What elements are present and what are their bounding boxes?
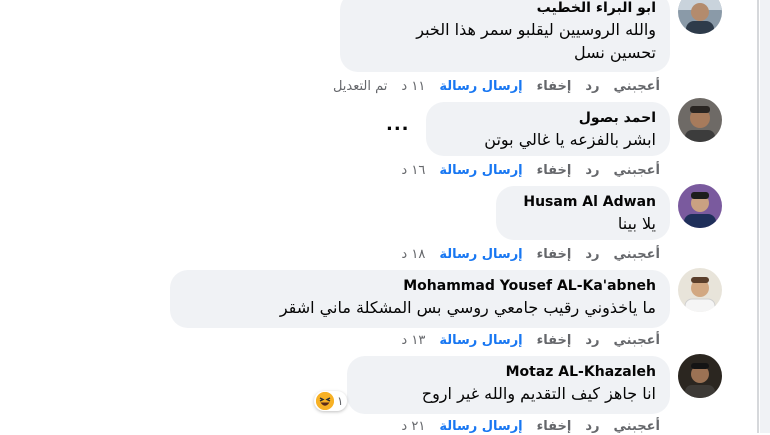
like-button[interactable]: أعجبني bbox=[614, 79, 660, 94]
comment-text-line: والله الروسيين ليقلبو سمر هذا الخبر bbox=[416, 20, 656, 39]
comment-timestamp[interactable]: ٢١ د bbox=[401, 419, 425, 434]
comment-author[interactable]: ابو البراء الخطيب bbox=[354, 0, 656, 18]
comment-bubble: Husam Al Adwan يلا بينا bbox=[496, 186, 670, 240]
comment-actions: أعجبني رد إخفاء إرسال رسالة ١٦ د bbox=[401, 161, 660, 179]
avatar[interactable] bbox=[678, 268, 722, 312]
reply-button[interactable]: رد bbox=[585, 163, 599, 178]
hide-button[interactable]: إخفاء bbox=[537, 333, 572, 348]
comment-text-line: تحسين نسل bbox=[574, 43, 656, 62]
haha-emoji-icon bbox=[316, 392, 334, 410]
avatar[interactable] bbox=[678, 184, 722, 228]
comment-timestamp[interactable]: ١٦ د bbox=[401, 163, 425, 178]
comment-author[interactable]: Motaz AL-Khazaleh bbox=[361, 362, 656, 382]
comment-author[interactable]: Mohammad Yousef AL-Ka'abneh bbox=[184, 276, 656, 296]
comment-timestamp[interactable]: ١١ د bbox=[401, 79, 425, 94]
comment-text-line: يلا بينا bbox=[617, 214, 656, 233]
send-message-button[interactable]: إرسال رسالة bbox=[439, 333, 522, 348]
comment-text-line: انا جاهز كيف التقديم والله غير اروح bbox=[421, 384, 656, 403]
comment-timestamp[interactable]: ١٣ د bbox=[401, 333, 425, 348]
reply-button[interactable]: رد bbox=[585, 79, 599, 94]
comment-actions: أعجبني رد إخفاء إرسال رسالة ١٨ د bbox=[401, 245, 660, 263]
reply-button[interactable]: رد bbox=[585, 333, 599, 348]
comment-text-line: ما ياخذوني رقيب جامعي روسي بس المشكلة ما… bbox=[279, 298, 656, 317]
comment-actions: أعجبني رد إخفاء إرسال رسالة ١٣ د bbox=[401, 331, 660, 349]
reply-button[interactable]: رد bbox=[585, 247, 599, 262]
avatar[interactable] bbox=[678, 98, 722, 142]
comment-bubble: Mohammad Yousef AL-Ka'abneh ما ياخذوني ر… bbox=[170, 270, 670, 328]
like-button[interactable]: أعجبني bbox=[614, 163, 660, 178]
avatar[interactable] bbox=[678, 0, 722, 34]
comment-bubble: ابو البراء الخطيب والله الروسيين ليقلبو … bbox=[340, 0, 670, 72]
avatar[interactable] bbox=[678, 354, 722, 398]
comment-timestamp[interactable]: ١٨ د bbox=[401, 247, 425, 262]
panel-divider bbox=[757, 0, 759, 433]
like-button[interactable]: أعجبني bbox=[614, 247, 660, 262]
comment-author[interactable]: Husam Al Adwan bbox=[510, 192, 656, 212]
more-options-icon[interactable]: ... bbox=[386, 114, 410, 135]
like-button[interactable]: أعجبني bbox=[614, 333, 660, 348]
reaction-count[interactable]: ١ bbox=[314, 391, 348, 411]
send-message-button[interactable]: إرسال رسالة bbox=[439, 163, 522, 178]
send-message-button[interactable]: إرسال رسالة bbox=[439, 419, 522, 434]
hide-button[interactable]: إخفاء bbox=[537, 419, 572, 434]
comment-bubble: احمد بصول ابشر بالفزعه يا غالي بوتن bbox=[426, 102, 670, 156]
hide-button[interactable]: إخفاء bbox=[537, 163, 572, 178]
comment-actions: أعجبني رد إخفاء إرسال رسالة ١١ د تم التع… bbox=[333, 77, 660, 95]
comment-author[interactable]: احمد بصول bbox=[440, 108, 656, 128]
edited-label[interactable]: تم التعديل bbox=[333, 79, 387, 94]
reaction-count-label: ١ bbox=[337, 394, 344, 408]
reply-button[interactable]: رد bbox=[585, 419, 599, 434]
send-message-button[interactable]: إرسال رسالة bbox=[439, 247, 522, 262]
comment-actions: أعجبني رد إخفاء إرسال رسالة ٢١ د bbox=[401, 417, 660, 435]
comment-bubble: Motaz AL-Khazaleh انا جاهز كيف التقديم و… bbox=[347, 356, 670, 414]
scrollbar[interactable] bbox=[760, 0, 770, 433]
comment-text-line: ابشر بالفزعه يا غالي بوتن bbox=[484, 130, 656, 149]
like-button[interactable]: أعجبني bbox=[614, 419, 660, 434]
send-message-button[interactable]: إرسال رسالة bbox=[439, 79, 522, 94]
hide-button[interactable]: إخفاء bbox=[537, 79, 572, 94]
hide-button[interactable]: إخفاء bbox=[537, 247, 572, 262]
